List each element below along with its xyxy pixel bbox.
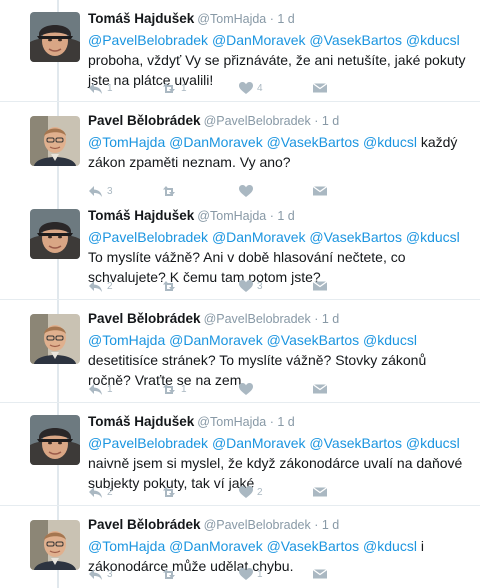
reply-button[interactable]: 2 bbox=[88, 484, 113, 500]
retweet-icon bbox=[163, 384, 175, 394]
reply-count: 3 bbox=[107, 568, 113, 580]
author-name[interactable]: Tomáš Hajdušek bbox=[88, 11, 194, 26]
retweet-icon bbox=[163, 281, 175, 291]
direct-message-button[interactable] bbox=[312, 381, 328, 397]
author-name[interactable]: Pavel Bělobrádek bbox=[88, 113, 201, 128]
retweet-button[interactable]: 1 bbox=[162, 80, 187, 96]
avatar-tomas[interactable] bbox=[30, 12, 80, 62]
direct-message-button[interactable] bbox=[312, 278, 328, 294]
avatar-pavel[interactable] bbox=[30, 116, 80, 166]
like-button[interactable]: 4 bbox=[238, 80, 263, 96]
tweet-mentions[interactable]: @TomHajda @DanMoravek @VasekBartos @kduc… bbox=[88, 332, 417, 348]
reply-button[interactable]: 2 bbox=[88, 278, 113, 294]
retweet-icon bbox=[163, 569, 175, 579]
reply-button[interactable]: 1 bbox=[88, 381, 113, 397]
tweet-actions: 2 2 bbox=[88, 484, 388, 500]
author-handle[interactable]: @PavelBelobradek bbox=[204, 518, 311, 532]
reply-count: 2 bbox=[107, 486, 113, 498]
retweet-icon bbox=[163, 487, 175, 497]
tweet-time[interactable]: 1 d bbox=[277, 415, 294, 429]
reply-icon bbox=[89, 487, 102, 498]
tweet-time[interactable]: 1 d bbox=[322, 518, 339, 532]
retweet-count: 1 bbox=[181, 383, 187, 395]
retweet-button[interactable]: 1 bbox=[162, 381, 187, 397]
direct-message-button[interactable] bbox=[312, 80, 328, 96]
tweet-actions: 2 3 bbox=[88, 278, 388, 294]
direct-message-button[interactable] bbox=[312, 566, 328, 582]
tweet-mentions[interactable]: @TomHajda @DanMoravek @VasekBartos @kduc… bbox=[88, 134, 417, 150]
avatar-pavel[interactable] bbox=[30, 314, 80, 364]
envelope-icon bbox=[312, 82, 328, 94]
avatar-tomas[interactable] bbox=[30, 415, 80, 465]
tweet-time[interactable]: 1 d bbox=[277, 209, 294, 223]
author-name[interactable]: Tomáš Hajdušek bbox=[88, 208, 194, 223]
heart-icon bbox=[239, 486, 253, 498]
tweet-actions: 1 1 bbox=[88, 381, 388, 397]
envelope-icon bbox=[312, 383, 328, 395]
retweet-button[interactable] bbox=[162, 566, 181, 582]
tweet-actions: 1 1 4 bbox=[88, 80, 388, 96]
author-name[interactable]: Pavel Bělobrádek bbox=[88, 517, 201, 532]
heart-icon bbox=[239, 568, 253, 580]
tweet[interactable]: Tomáš Hajdušek @TomHajda · 1 d @PavelBelo… bbox=[0, 403, 480, 506]
reply-button[interactable]: 1 bbox=[88, 80, 113, 96]
retweet-button[interactable] bbox=[162, 484, 181, 500]
like-count: 1 bbox=[257, 568, 263, 580]
tweet-mentions[interactable]: @PavelBelobradek @DanMoravek @VasekBarto… bbox=[88, 32, 460, 48]
tweet[interactable]: Pavel Bělobrádek @PavelBelobradek · 1 d @… bbox=[0, 506, 480, 588]
like-button[interactable]: 3 bbox=[238, 278, 263, 294]
tweet[interactable]: Tomáš Hajdušek @TomHajda · 1 d @PavelBelo… bbox=[0, 197, 480, 300]
like-button[interactable] bbox=[238, 381, 257, 397]
direct-message-button[interactable] bbox=[312, 484, 328, 500]
reply-icon bbox=[89, 281, 102, 292]
like-count: 2 bbox=[257, 486, 263, 498]
envelope-icon bbox=[312, 568, 328, 580]
envelope-icon bbox=[312, 486, 328, 498]
like-count: 3 bbox=[257, 280, 263, 292]
tweet-time[interactable]: 1 d bbox=[277, 12, 294, 26]
author-name[interactable]: Tomáš Hajdušek bbox=[88, 414, 194, 429]
like-button[interactable]: 2 bbox=[238, 484, 263, 500]
author-name[interactable]: Pavel Bělobrádek bbox=[88, 311, 201, 326]
tweet-mentions[interactable]: @TomHajda @DanMoravek @VasekBartos @kduc… bbox=[88, 538, 417, 554]
tweet-actions: 3 1 bbox=[88, 566, 388, 582]
reply-count: 2 bbox=[107, 280, 113, 292]
reply-count: 1 bbox=[107, 383, 113, 395]
tweet[interactable]: Pavel Bělobrádek @PavelBelobradek · 1 d @… bbox=[0, 300, 480, 403]
heart-icon bbox=[239, 280, 253, 292]
author-handle[interactable]: @PavelBelobradek bbox=[204, 114, 311, 128]
reply-icon bbox=[89, 569, 102, 580]
reply-icon bbox=[89, 384, 102, 395]
reply-count: 3 bbox=[107, 185, 113, 197]
tweet[interactable]: Pavel Bělobrádek @PavelBelobradek · 1 d @… bbox=[0, 102, 480, 205]
author-handle[interactable]: @TomHajda bbox=[197, 415, 266, 429]
reply-button[interactable]: 3 bbox=[88, 566, 113, 582]
reply-icon bbox=[89, 186, 102, 197]
retweet-button[interactable] bbox=[162, 278, 181, 294]
tweet-mentions[interactable]: @PavelBelobradek @DanMoravek @VasekBarto… bbox=[88, 435, 460, 451]
tweet-time[interactable]: 1 d bbox=[322, 114, 339, 128]
like-count: 4 bbox=[257, 82, 263, 94]
avatar-pavel[interactable] bbox=[30, 520, 80, 570]
like-button[interactable]: 1 bbox=[238, 566, 263, 582]
envelope-icon bbox=[312, 280, 328, 292]
heart-icon bbox=[239, 82, 253, 94]
author-handle[interactable]: @TomHajda bbox=[197, 209, 266, 223]
retweet-count: 1 bbox=[181, 82, 187, 94]
author-handle[interactable]: @TomHajda bbox=[197, 12, 266, 26]
heart-icon bbox=[239, 383, 253, 395]
tweet[interactable]: Tomáš Hajdušek @TomHajda · 1 d @PavelBelo… bbox=[0, 0, 480, 102]
tweet-mentions[interactable]: @PavelBelobradek @DanMoravek @VasekBarto… bbox=[88, 229, 460, 245]
retweet-icon bbox=[163, 186, 175, 196]
tweet-time[interactable]: 1 d bbox=[322, 312, 339, 326]
retweet-icon bbox=[163, 83, 175, 93]
author-handle[interactable]: @PavelBelobradek bbox=[204, 312, 311, 326]
reply-icon bbox=[89, 83, 102, 94]
avatar-tomas[interactable] bbox=[30, 209, 80, 259]
reply-count: 1 bbox=[107, 82, 113, 94]
